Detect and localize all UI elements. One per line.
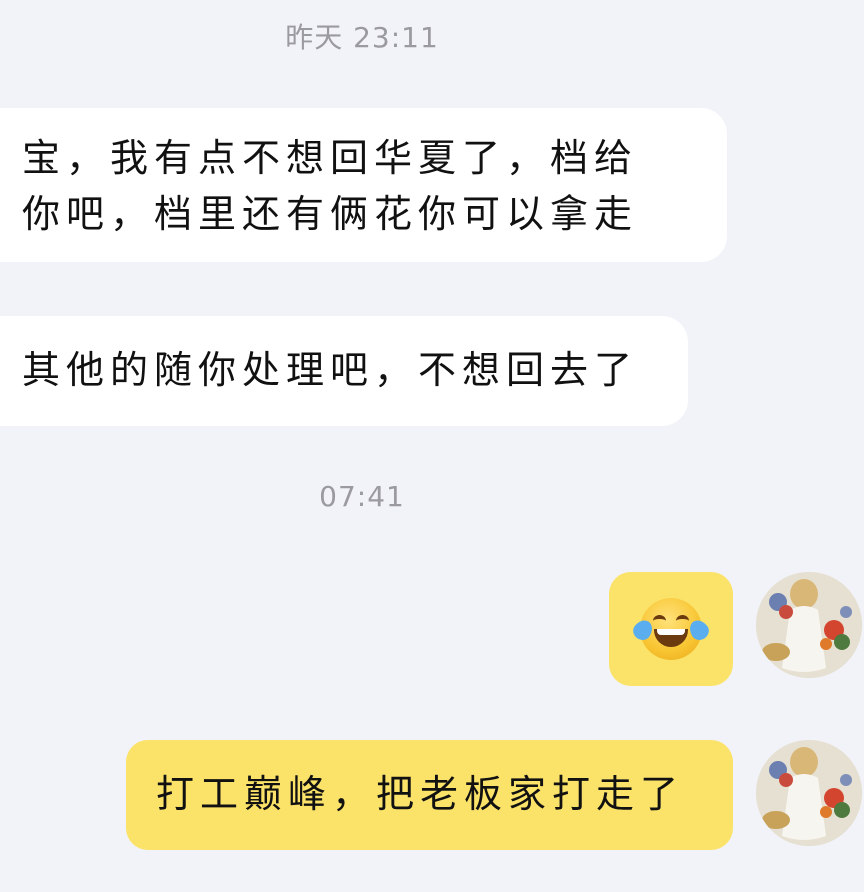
- timestamp: 07:41: [319, 480, 405, 513]
- chat-view: 昨天 23:11 宝，我有点不想回华夏了，档给你吧，档里还有俩花你可以拿走 其他…: [0, 0, 864, 892]
- outgoing-emoji-bubble[interactable]: [609, 572, 733, 686]
- incoming-message-bubble[interactable]: 其他的随你处理吧，不想回去了: [0, 316, 688, 426]
- timestamp: 昨天 23:11: [285, 21, 439, 54]
- user-avatar[interactable]: [756, 740, 862, 846]
- user-avatar[interactable]: [756, 572, 862, 678]
- outgoing-message-bubble[interactable]: 打工巅峰，把老板家打走了: [126, 740, 733, 850]
- face-with-tears-of-joy-icon: [629, 598, 713, 660]
- incoming-message-bubble[interactable]: 宝，我有点不想回华夏了，档给你吧，档里还有俩花你可以拿走: [0, 108, 727, 262]
